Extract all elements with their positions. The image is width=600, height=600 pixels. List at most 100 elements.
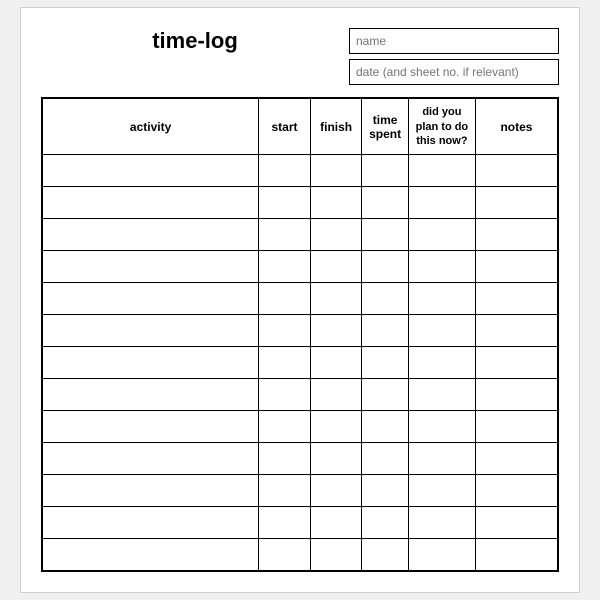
data-cell[interactable] bbox=[362, 283, 408, 315]
data-cell[interactable] bbox=[310, 443, 362, 475]
table-row bbox=[42, 155, 558, 187]
data-cell[interactable] bbox=[408, 187, 475, 219]
table-row bbox=[42, 347, 558, 379]
data-cell[interactable] bbox=[42, 507, 259, 539]
page-container: time-log activity start finish time spen… bbox=[20, 7, 580, 592]
data-cell[interactable] bbox=[310, 507, 362, 539]
data-cell[interactable] bbox=[362, 507, 408, 539]
data-cell[interactable] bbox=[310, 539, 362, 571]
data-cell[interactable] bbox=[475, 539, 558, 571]
data-cell[interactable] bbox=[475, 475, 558, 507]
data-cell[interactable] bbox=[42, 283, 259, 315]
data-cell[interactable] bbox=[310, 379, 362, 411]
data-cell[interactable] bbox=[475, 507, 558, 539]
data-cell[interactable] bbox=[259, 539, 311, 571]
data-cell[interactable] bbox=[475, 283, 558, 315]
data-cell[interactable] bbox=[408, 155, 475, 187]
data-cell[interactable] bbox=[42, 155, 259, 187]
data-cell[interactable] bbox=[408, 219, 475, 251]
data-cell[interactable] bbox=[362, 379, 408, 411]
data-cell[interactable] bbox=[475, 251, 558, 283]
table-row bbox=[42, 475, 558, 507]
data-cell[interactable] bbox=[362, 219, 408, 251]
data-cell[interactable] bbox=[42, 411, 259, 443]
table-row bbox=[42, 315, 558, 347]
data-cell[interactable] bbox=[42, 187, 259, 219]
data-cell[interactable] bbox=[259, 155, 311, 187]
data-cell[interactable] bbox=[259, 251, 311, 283]
data-cell[interactable] bbox=[310, 283, 362, 315]
data-cell[interactable] bbox=[475, 219, 558, 251]
col-header-finish: finish bbox=[310, 98, 362, 154]
title-area: time-log bbox=[41, 28, 349, 54]
data-cell[interactable] bbox=[475, 187, 558, 219]
name-input[interactable] bbox=[349, 28, 559, 54]
data-cell[interactable] bbox=[475, 443, 558, 475]
data-cell[interactable] bbox=[259, 443, 311, 475]
data-cell[interactable] bbox=[42, 251, 259, 283]
data-cell[interactable] bbox=[42, 315, 259, 347]
data-cell[interactable] bbox=[259, 187, 311, 219]
data-cell[interactable] bbox=[475, 155, 558, 187]
header: time-log bbox=[41, 28, 559, 85]
data-cell[interactable] bbox=[408, 347, 475, 379]
data-cell[interactable] bbox=[310, 219, 362, 251]
time-log-table: activity start finish time spent did you… bbox=[41, 97, 559, 571]
form-fields bbox=[349, 28, 559, 85]
data-cell[interactable] bbox=[408, 251, 475, 283]
data-cell[interactable] bbox=[310, 251, 362, 283]
data-cell[interactable] bbox=[42, 539, 259, 571]
data-cell[interactable] bbox=[408, 475, 475, 507]
data-cell[interactable] bbox=[310, 347, 362, 379]
table-row bbox=[42, 411, 558, 443]
header-row: activity start finish time spent did you… bbox=[42, 98, 558, 154]
data-cell[interactable] bbox=[42, 443, 259, 475]
data-cell[interactable] bbox=[362, 411, 408, 443]
data-cell[interactable] bbox=[362, 443, 408, 475]
data-cell[interactable] bbox=[362, 251, 408, 283]
data-cell[interactable] bbox=[362, 187, 408, 219]
col-header-plan: did you plan to do this now? bbox=[408, 98, 475, 154]
data-cell[interactable] bbox=[310, 411, 362, 443]
data-cell[interactable] bbox=[362, 315, 408, 347]
data-cell[interactable] bbox=[310, 155, 362, 187]
data-cell[interactable] bbox=[259, 315, 311, 347]
data-cell[interactable] bbox=[408, 315, 475, 347]
data-cell[interactable] bbox=[259, 283, 311, 315]
data-cell[interactable] bbox=[362, 347, 408, 379]
data-cell[interactable] bbox=[259, 507, 311, 539]
table-row bbox=[42, 379, 558, 411]
table-row bbox=[42, 283, 558, 315]
data-cell[interactable] bbox=[259, 219, 311, 251]
data-cell[interactable] bbox=[408, 411, 475, 443]
col-header-activity: activity bbox=[42, 98, 259, 154]
data-cell[interactable] bbox=[475, 347, 558, 379]
data-cell[interactable] bbox=[42, 475, 259, 507]
data-cell[interactable] bbox=[259, 475, 311, 507]
data-cell[interactable] bbox=[259, 379, 311, 411]
data-cell[interactable] bbox=[475, 411, 558, 443]
data-cell[interactable] bbox=[259, 347, 311, 379]
date-input[interactable] bbox=[349, 59, 559, 85]
col-header-time-spent: time spent bbox=[362, 98, 408, 154]
data-cell[interactable] bbox=[475, 379, 558, 411]
data-cell[interactable] bbox=[42, 347, 259, 379]
page-title: time-log bbox=[152, 28, 238, 54]
data-cell[interactable] bbox=[408, 443, 475, 475]
data-cell[interactable] bbox=[310, 475, 362, 507]
data-cell[interactable] bbox=[310, 187, 362, 219]
col-header-notes: notes bbox=[475, 98, 558, 154]
data-cell[interactable] bbox=[362, 539, 408, 571]
data-cell[interactable] bbox=[408, 283, 475, 315]
data-cell[interactable] bbox=[362, 155, 408, 187]
data-cell[interactable] bbox=[259, 411, 311, 443]
data-cell[interactable] bbox=[310, 315, 362, 347]
data-cell[interactable] bbox=[362, 475, 408, 507]
data-cell[interactable] bbox=[475, 315, 558, 347]
data-cell[interactable] bbox=[42, 219, 259, 251]
data-cell[interactable] bbox=[408, 539, 475, 571]
data-cell[interactable] bbox=[408, 507, 475, 539]
table-row bbox=[42, 219, 558, 251]
data-cell[interactable] bbox=[42, 379, 259, 411]
data-cell[interactable] bbox=[408, 379, 475, 411]
